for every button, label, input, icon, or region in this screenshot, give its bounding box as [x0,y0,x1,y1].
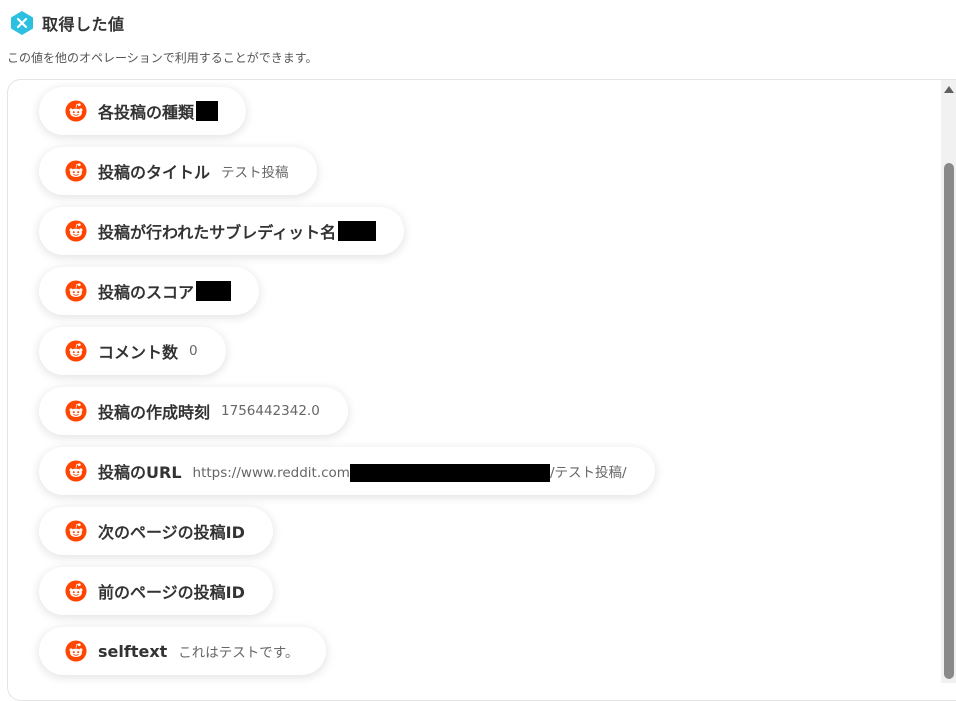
url-prefix: https://www.reddit.com [192,464,350,481]
value-chip-post-score[interactable]: 投稿のスコア [39,267,260,315]
reddit-icon [65,640,87,662]
reddit-icon [65,460,87,482]
chip-label: 次のページの投稿ID [98,523,245,542]
chip-label: selftext [98,641,168,661]
reddit-icon [65,100,87,122]
url-suffix: /テスト投稿/ [549,464,627,481]
chip-label: 投稿の作成時刻 [98,403,211,422]
chip-label: コメント数 [98,343,179,362]
value-chip-selftext[interactable]: selftext これはテストです。 [39,627,327,675]
redacted-value [338,221,377,241]
value-chip-created-time[interactable]: 投稿の作成時刻 1756442342.0 [39,387,348,435]
chip-label: 前のページの投稿ID [98,583,245,602]
reddit-icon [65,520,87,542]
chip-label: 各投稿の種類 [98,103,195,122]
chip-label: 投稿のスコア [98,283,195,302]
reddit-icon [65,340,87,362]
reddit-icon [65,280,87,302]
scroll-up-arrow-icon[interactable] [944,86,954,93]
chip-value: テスト投稿 [221,165,289,181]
redacted-value [196,281,232,301]
chip-value: 0 [189,343,198,359]
redacted-value [196,101,219,121]
section-header: 取得した値 [9,10,125,36]
vertical-scrollbar[interactable] [941,80,956,683]
value-chip-post-title[interactable]: 投稿のタイトル テスト投稿 [39,147,317,195]
redacted-value [349,463,550,482]
reddit-icon [65,400,87,422]
reddit-icon [65,580,87,602]
chip-label: 投稿のURL [98,463,182,482]
scrollbar-thumb[interactable] [944,163,954,679]
section-title: 取得した値 [42,15,125,34]
x-brand-icon [11,11,33,35]
chip-label: 投稿が行われたサブレディット名 [98,223,337,242]
chip-value: これはテストです。 [178,645,299,661]
chip-label: 投稿のタイトル [98,163,211,182]
chip-value: 1756442342.0 [221,403,320,419]
chip-value-url: https://www.reddit.com/テスト投稿/ [193,461,627,482]
reddit-icon [65,220,87,242]
output-values-panel: 各投稿の種類 投稿のタイトル テスト投稿 投稿が行われたサブレディット名 投稿の… [7,79,956,701]
value-chip-comment-count[interactable]: コメント数 0 [39,327,226,375]
value-chip-subreddit-name[interactable]: 投稿が行われたサブレディット名 [39,207,405,255]
value-chip-post-type[interactable]: 各投稿の種類 [39,87,247,135]
value-chip-prev-page-id[interactable]: 前のページの投稿ID [39,567,273,615]
reddit-icon [65,160,87,182]
value-chip-post-url[interactable]: 投稿のURL https://www.reddit.com/テスト投稿/ [39,447,655,495]
value-chip-next-page-id[interactable]: 次のページの投稿ID [39,507,273,555]
section-description: この値を他のオペレーションで利用することができます。 [7,51,318,65]
